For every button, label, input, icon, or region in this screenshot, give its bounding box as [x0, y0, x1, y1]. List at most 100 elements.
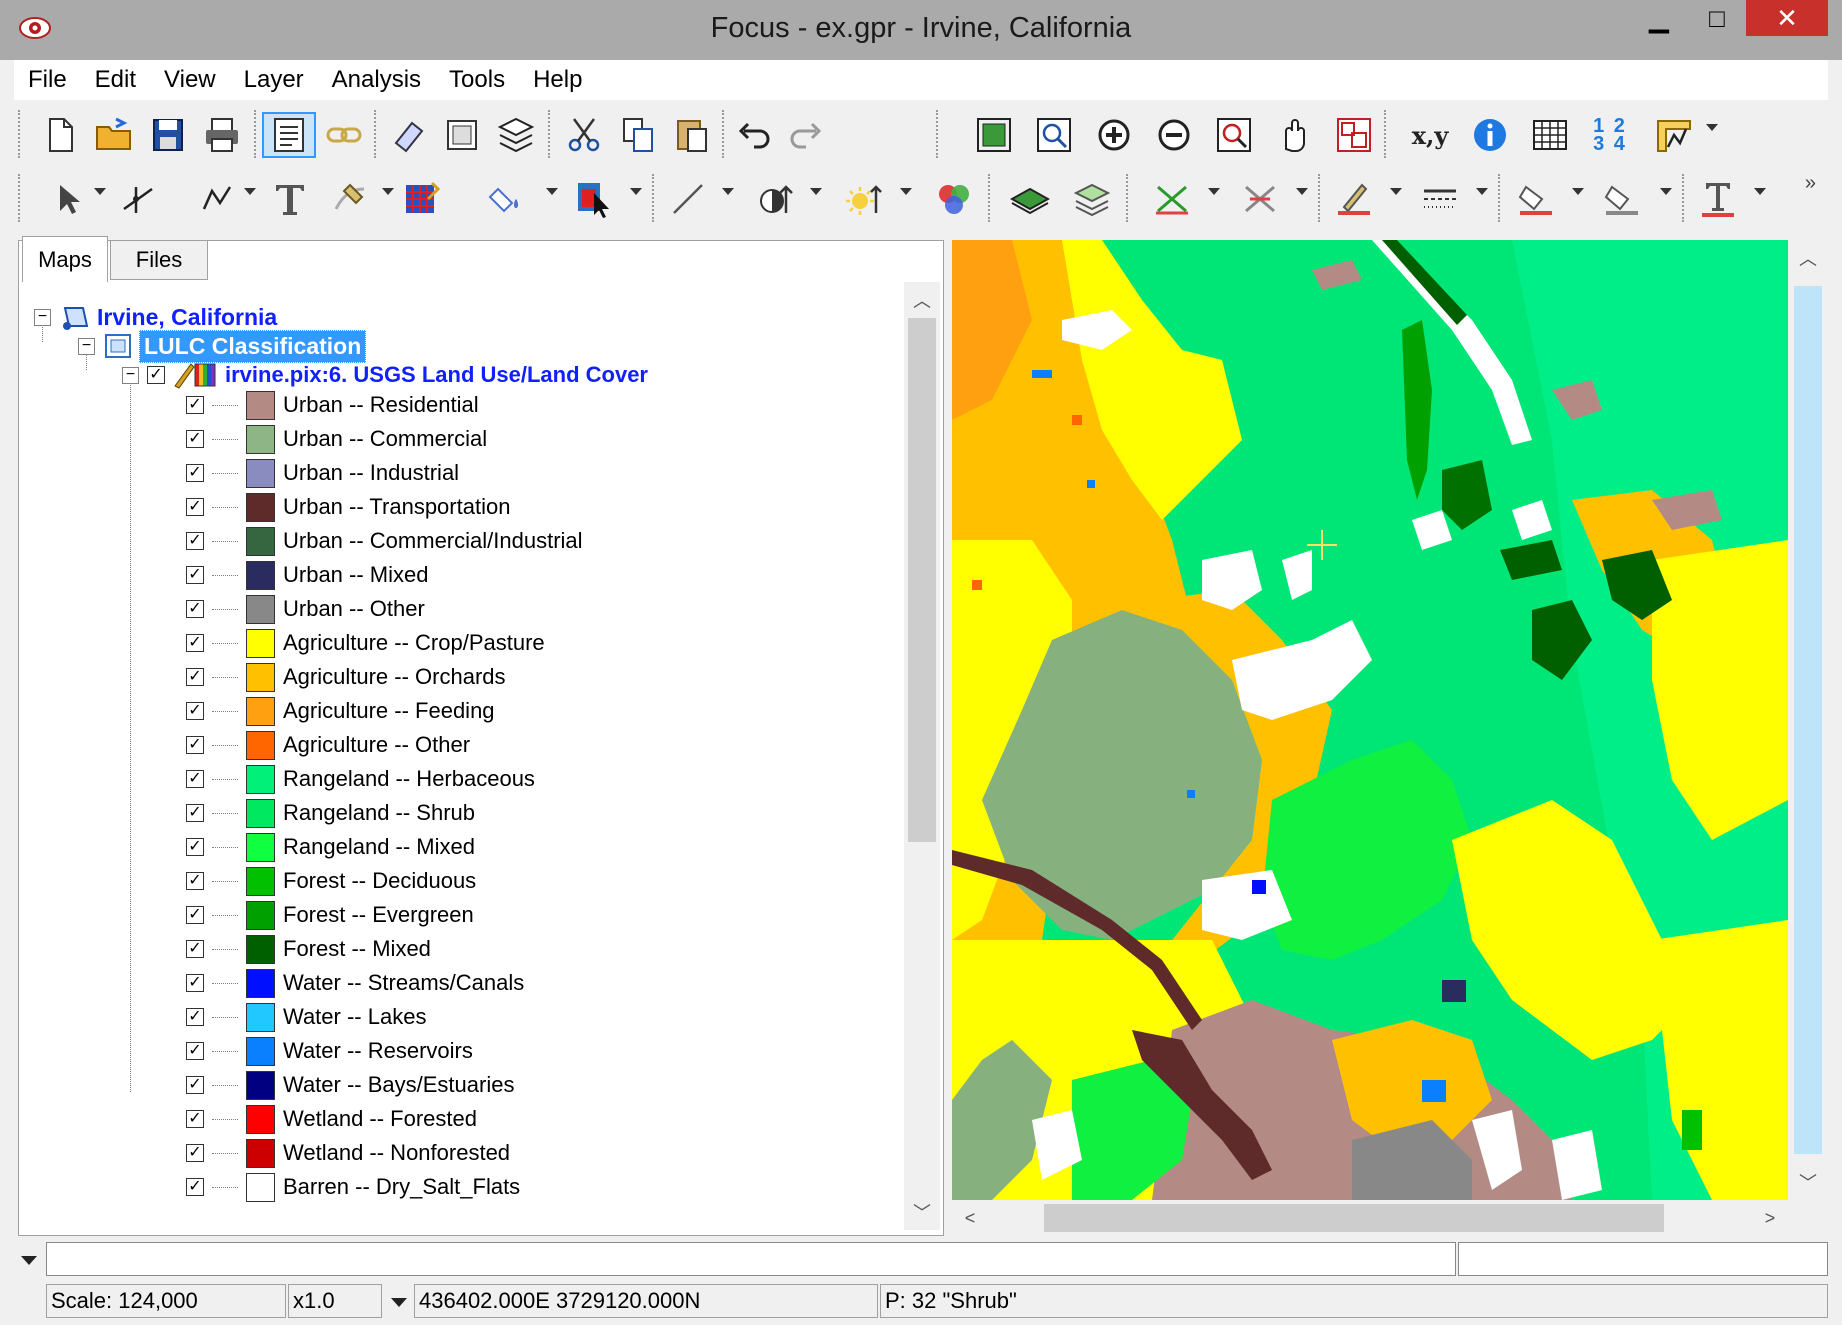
fill-dropdown-arrow[interactable]	[546, 188, 558, 195]
map-vertical-scrollbar[interactable]: ︿ ﹀	[1788, 240, 1828, 1200]
tab-maps[interactable]: Maps	[22, 236, 108, 282]
class-color-swatch[interactable]	[246, 730, 275, 760]
numbering-button[interactable]: 1 2 3 4	[1586, 112, 1634, 158]
class-visibility-checkbox[interactable]: ✓	[186, 702, 204, 720]
close-button[interactable]: ✕	[1746, 0, 1828, 36]
info-button[interactable]	[1466, 112, 1514, 158]
class-visibility-checkbox[interactable]: ✓	[186, 430, 204, 448]
toolbar-grip[interactable]	[18, 174, 23, 222]
link-button[interactable]	[320, 112, 368, 158]
line-color-button[interactable]	[1330, 176, 1378, 222]
legend-item[interactable]: ✓ Agriculture -- Orchards	[186, 660, 506, 694]
legend-item[interactable]: ✓ Agriculture -- Other	[186, 728, 470, 762]
legend-item[interactable]: ✓ Urban -- Transportation	[186, 490, 510, 524]
class-color-swatch[interactable]	[246, 1036, 275, 1066]
legend-item[interactable]: ✓ Barren -- Dry_Salt_Flats	[186, 1170, 520, 1204]
class-visibility-checkbox[interactable]: ✓	[186, 736, 204, 754]
collapse-toggle[interactable]: −	[34, 308, 51, 326]
map-scroll-up-icon[interactable]: ︿	[1788, 240, 1828, 276]
menu-view[interactable]: View	[150, 66, 230, 94]
legend-item[interactable]: ✓ Forest -- Deciduous	[186, 864, 476, 898]
class-visibility-checkbox[interactable]: ✓	[186, 838, 204, 856]
class-visibility-checkbox[interactable]: ✓	[186, 1042, 204, 1060]
class-color-swatch[interactable]	[246, 662, 275, 692]
legend-item[interactable]: ✓ Forest -- Evergreen	[186, 898, 474, 932]
legend-item[interactable]: ✓ Urban -- Residential	[186, 388, 479, 422]
legend-item[interactable]: ✓ Urban -- Industrial	[186, 456, 459, 490]
class-color-swatch[interactable]	[246, 424, 275, 454]
toolbar-overflow-chevron-icon[interactable]: »	[1805, 172, 1816, 195]
collapse-toggle[interactable]: −	[122, 366, 139, 384]
legend-item[interactable]: ✓ Agriculture -- Crop/Pasture	[186, 626, 545, 660]
legend-item[interactable]: ✓ Forest -- Mixed	[186, 932, 431, 966]
legend-item[interactable]: ✓ Rangeland -- Shrub	[186, 796, 475, 830]
fill-pattern-button[interactable]	[1598, 176, 1646, 222]
tree-node-layer[interactable]: − ✓ irvine.pix:6. USGS Land Use/Land Cov…	[122, 358, 648, 392]
save-button[interactable]	[144, 112, 192, 158]
menu-file[interactable]: File	[14, 66, 81, 94]
classify-button[interactable]	[570, 176, 618, 222]
rgb-button[interactable]	[930, 176, 978, 222]
legend-item[interactable]: ✓ Urban -- Commercial	[186, 422, 487, 456]
map-viewer[interactable]	[952, 240, 1788, 1200]
class-color-swatch[interactable]	[246, 560, 275, 590]
line-color-dropdown-arrow[interactable]	[1390, 188, 1402, 195]
class-visibility-checkbox[interactable]: ✓	[186, 396, 204, 414]
open-button[interactable]	[90, 112, 138, 158]
collapse-toggle[interactable]: −	[78, 337, 95, 355]
class-visibility-checkbox[interactable]: ✓	[186, 1076, 204, 1094]
legend-item[interactable]: ✓ Wetland -- Nonforested	[186, 1136, 510, 1170]
attribute-table-button[interactable]	[1526, 112, 1574, 158]
draw-line-button[interactable]	[664, 176, 712, 222]
class-color-swatch[interactable]	[246, 458, 275, 488]
menu-edit[interactable]: Edit	[81, 66, 150, 94]
gcp-button[interactable]	[1148, 176, 1196, 222]
class-color-swatch[interactable]	[246, 492, 275, 522]
line-style-button[interactable]	[1416, 176, 1464, 222]
properties-button[interactable]	[262, 112, 316, 158]
select-button[interactable]	[44, 176, 92, 222]
legend-item[interactable]: ✓ Agriculture -- Feeding	[186, 694, 495, 728]
vertex-tool-button[interactable]	[114, 176, 162, 222]
cut-button[interactable]	[560, 112, 608, 158]
class-color-swatch[interactable]	[246, 866, 275, 896]
layer-manager-button[interactable]	[1006, 176, 1054, 222]
class-color-swatch[interactable]	[246, 1002, 275, 1032]
legend-item[interactable]: ✓ Urban -- Other	[186, 592, 425, 626]
class-visibility-checkbox[interactable]: ✓	[186, 634, 204, 652]
class-visibility-checkbox[interactable]: ✓	[186, 906, 204, 924]
menu-tools[interactable]: Tools	[435, 66, 519, 94]
brightness-button[interactable]	[840, 176, 888, 222]
raster-edit-button[interactable]	[398, 176, 446, 222]
copy-button[interactable]	[614, 112, 662, 158]
class-color-swatch[interactable]	[246, 696, 275, 726]
class-color-swatch[interactable]	[246, 526, 275, 556]
text-style-dropdown-arrow[interactable]	[1754, 188, 1766, 195]
fill-color-dropdown-arrow[interactable]	[1572, 188, 1584, 195]
contrast-button[interactable]	[752, 176, 800, 222]
class-visibility-checkbox[interactable]: ✓	[186, 770, 204, 788]
scroll-thumb[interactable]	[908, 318, 936, 842]
class-color-swatch[interactable]	[246, 934, 275, 964]
class-color-swatch[interactable]	[246, 1070, 275, 1100]
tie-point-button[interactable]	[1236, 176, 1284, 222]
map-scroll-down-icon[interactable]: ﹀	[1788, 1164, 1828, 1200]
print-button[interactable]	[198, 112, 246, 158]
layers-button[interactable]	[492, 112, 540, 158]
gcp-dropdown-arrow[interactable]	[1208, 188, 1220, 195]
legend-item[interactable]: ✓ Water -- Bays/Estuaries	[186, 1068, 514, 1102]
map-scroll-right-icon[interactable]: >	[1752, 1200, 1788, 1236]
profile-tool-button[interactable]	[1650, 112, 1698, 158]
zoom-box-button[interactable]	[1030, 112, 1078, 158]
class-visibility-checkbox[interactable]: ✓	[186, 668, 204, 686]
class-visibility-checkbox[interactable]: ✓	[186, 940, 204, 958]
class-color-swatch[interactable]	[246, 628, 275, 658]
line-tool-button[interactable]	[194, 176, 242, 222]
class-visibility-checkbox[interactable]: ✓	[186, 1144, 204, 1162]
class-color-swatch[interactable]	[246, 900, 275, 930]
legend-item[interactable]: ✓ Urban -- Mixed	[186, 558, 428, 592]
maximize-button[interactable]: □	[1688, 0, 1746, 36]
menu-layer[interactable]: Layer	[230, 66, 318, 94]
class-color-swatch[interactable]	[246, 1138, 275, 1168]
reshape-button[interactable]	[326, 176, 374, 222]
